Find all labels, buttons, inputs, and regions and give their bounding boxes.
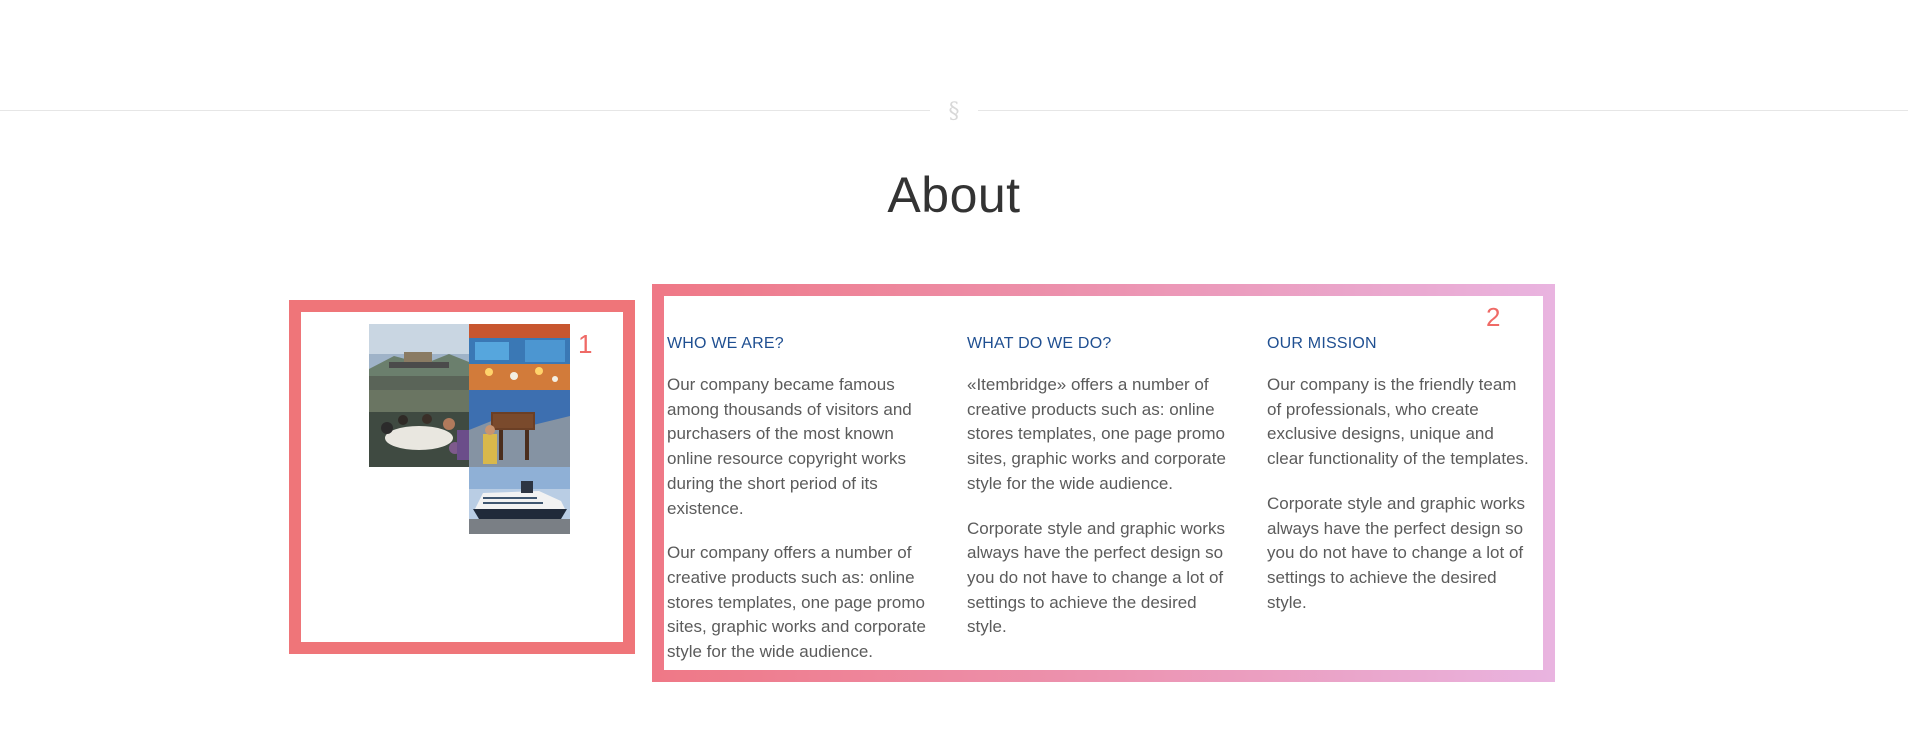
column-paragraph: Our company became famous among thousand… [667, 375, 912, 518]
column-paragraph: Corporate style and graphic works always… [1267, 493, 1525, 612]
about-text-frame: WHO WE ARE? Our company became famous am… [652, 284, 1555, 682]
cruise-ship-photo-icon [469, 467, 570, 534]
column-paragraph: Corporate style and graphic works always… [967, 518, 1225, 637]
column-paragraph: «Itembridge» offers a number of creative… [967, 375, 1226, 493]
photo-collage [357, 324, 570, 534]
column-paragraph: Our company offers a number of creative … [667, 543, 926, 662]
mountain-summit-photo-icon [369, 324, 469, 390]
box-number-1: 1 [578, 329, 593, 359]
column-paragraph: Our company is the friendly team of prof… [1267, 375, 1529, 469]
section-symbol-icon: § [930, 98, 978, 126]
meeting-table-photo-icon [369, 390, 469, 467]
column-heading: WHAT DO WE DO? [967, 335, 1112, 352]
box-number-2: 2 [1486, 302, 1501, 332]
column-heading: OUR MISSION [1267, 335, 1377, 352]
column-our-mission: OUR MISSION Our company is the friendly … [1267, 335, 1535, 635]
cruise-deck-photo-icon [469, 324, 570, 390]
page-title: About [887, 167, 1021, 223]
column-what-do-we-do: WHAT DO WE DO? «Itembridge» offers a num… [967, 335, 1229, 660]
about-text-panel: WHO WE ARE? Our company became famous am… [664, 296, 1543, 670]
column-who-we-are: WHO WE ARE? Our company became famous am… [667, 335, 929, 685]
column-heading: WHO WE ARE? [667, 335, 784, 352]
mountain-sign-photo-icon [469, 390, 570, 467]
